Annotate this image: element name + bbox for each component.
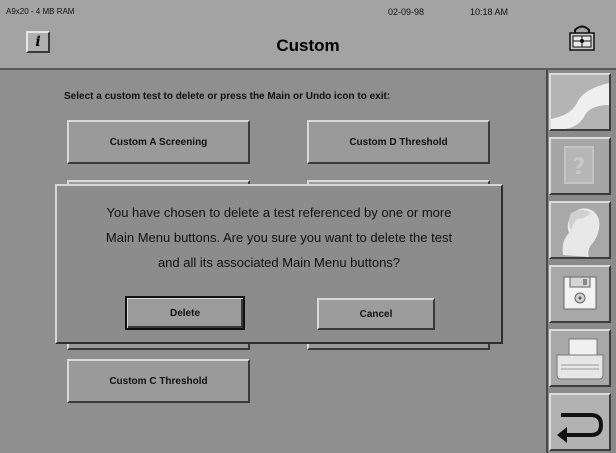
- main-curve-icon: [551, 75, 609, 129]
- patient-profile-icon: [551, 203, 609, 257]
- time-display: 10:18 AM: [470, 7, 509, 17]
- save-disk-icon: [551, 267, 609, 321]
- save-button[interactable]: [549, 265, 611, 323]
- date-display: 02-09-98: [388, 7, 425, 17]
- delete-button[interactable]: Delete: [125, 296, 245, 330]
- svg-text:?: ?: [573, 155, 586, 180]
- instruction-text: Select a custom test to delete or press …: [64, 91, 391, 102]
- test-button-custom-c-threshold[interactable]: Custom C Threshold: [67, 359, 250, 403]
- patient-button[interactable]: [549, 201, 611, 259]
- help-button[interactable]: ?: [549, 137, 611, 195]
- title-bar: [0, 0, 616, 70]
- main-button[interactable]: [549, 73, 611, 131]
- test-button-custom-d-threshold[interactable]: Custom D Threshold: [307, 120, 490, 164]
- test-button-custom-a-screening[interactable]: Custom A Screening: [67, 120, 250, 164]
- dialog-message-line: and all its associated Main Menu buttons…: [157, 255, 401, 270]
- lock-icon[interactable]: [566, 24, 598, 52]
- dialog-message: You have chosen to delete a test referen…: [57, 200, 501, 275]
- cancel-button[interactable]: Cancel: [317, 298, 435, 330]
- printer-icon: [551, 331, 609, 385]
- dialog-message-line: You have chosen to delete a test referen…: [106, 205, 452, 220]
- system-info: A9x20 - 4 MB RAM: [6, 7, 75, 16]
- help-question-icon: ?: [551, 139, 609, 193]
- delete-confirm-dialog: You have chosen to delete a test referen…: [55, 184, 503, 344]
- dialog-message-line: Main Menu buttons. Are you sure you want…: [105, 230, 453, 245]
- page-title: Custom: [276, 36, 340, 55]
- undo-arrow-icon: [551, 395, 609, 449]
- undo-button[interactable]: [549, 393, 611, 451]
- print-button[interactable]: [549, 329, 611, 387]
